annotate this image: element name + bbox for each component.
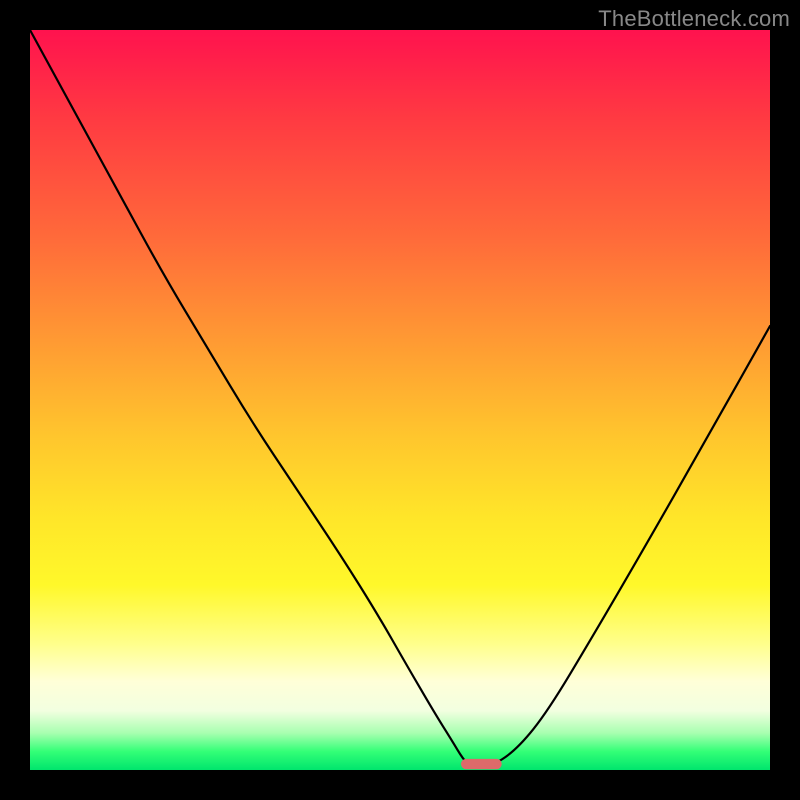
chart-background-gradient [30,30,770,770]
chart-frame [30,30,770,770]
watermark-text: TheBottleneck.com [598,6,790,32]
